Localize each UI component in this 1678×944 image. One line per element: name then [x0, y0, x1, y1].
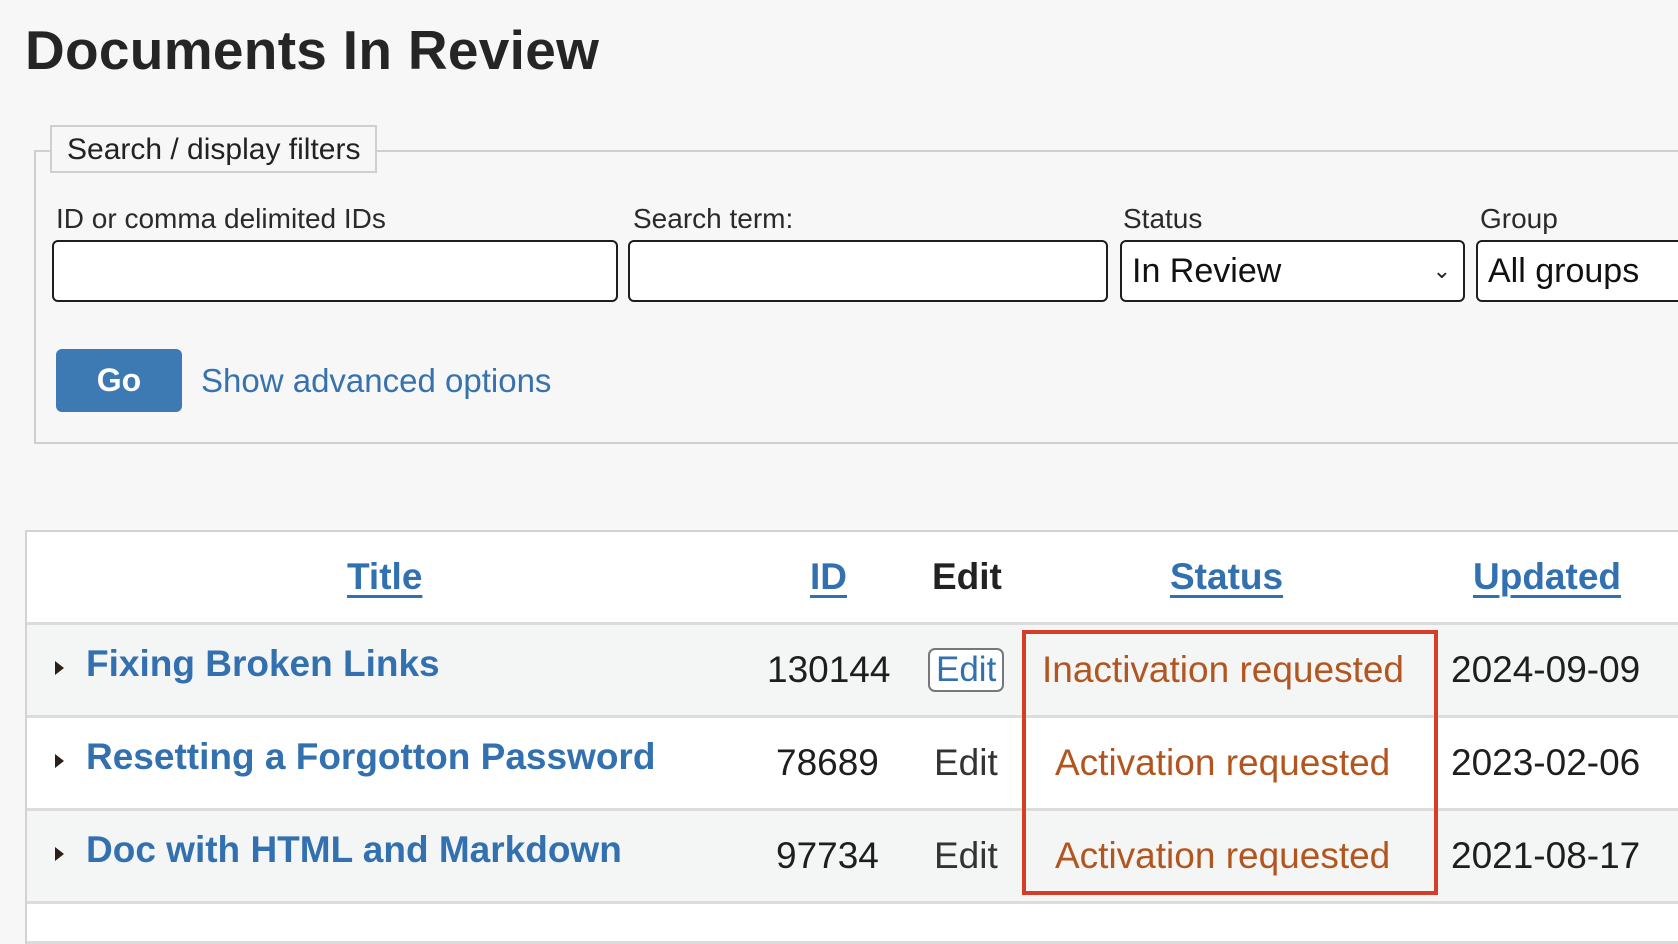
table-row: Fixing Broken Links 130144 Edit Inactiva…: [27, 625, 1678, 718]
search-term-input[interactable]: [628, 240, 1108, 302]
ids-input[interactable]: [52, 240, 618, 302]
edit-button[interactable]: Edit: [928, 648, 1005, 692]
group-label: Group: [1480, 203, 1558, 234]
table-row-partial: [27, 904, 1678, 944]
table-header-row: Title ID Edit Status Updated: [27, 532, 1678, 625]
ids-label: ID or comma delimited IDs: [56, 203, 386, 234]
edit-link[interactable]: Edit: [934, 811, 998, 901]
document-id: 130144: [767, 649, 891, 690]
updated-date: 2021-08-17: [1451, 835, 1641, 876]
status-value: Inactivation requested: [1042, 649, 1405, 690]
status-selected-value: In Review: [1132, 252, 1282, 290]
document-title-link[interactable]: Resetting a Forgotton Password: [86, 736, 655, 778]
updated-date: 2024-09-09: [1451, 649, 1641, 690]
table-row: Doc with HTML and Markdown 97734 Edit Ac…: [27, 811, 1678, 904]
column-header-title[interactable]: Title: [347, 556, 422, 598]
chevron-down-icon: ⌄: [1432, 258, 1451, 283]
edit-link[interactable]: Edit: [934, 718, 998, 808]
group-selected-value: All groups: [1488, 252, 1640, 290]
documents-table: Title ID Edit Status Updated Fixing Brok…: [25, 530, 1678, 944]
document-title-link[interactable]: Doc with HTML and Markdown: [86, 829, 622, 871]
document-id: 97734: [776, 835, 879, 876]
column-header-status[interactable]: Status: [1170, 556, 1283, 598]
document-id: 78689: [776, 742, 879, 783]
table-row: Resetting a Forgotton Password 78689 Edi…: [27, 718, 1678, 811]
column-header-edit: Edit: [932, 556, 1002, 597]
column-header-id[interactable]: ID: [810, 556, 847, 598]
updated-date: 2023-02-06: [1451, 742, 1641, 783]
status-value: Activation requested: [1055, 835, 1391, 876]
page-title: Documents In Review: [25, 19, 600, 81]
go-button[interactable]: Go: [56, 349, 182, 412]
expand-triangle-icon[interactable]: [55, 847, 64, 861]
status-label: Status: [1123, 203, 1203, 234]
expand-triangle-icon[interactable]: [55, 661, 64, 675]
document-title-link[interactable]: Fixing Broken Links: [86, 643, 440, 685]
show-advanced-options-link[interactable]: Show advanced options: [201, 362, 551, 400]
group-select[interactable]: All groups: [1476, 240, 1678, 302]
status-value: Activation requested: [1055, 742, 1391, 783]
search-term-label: Search term:: [633, 203, 794, 234]
filters-legend: Search / display filters: [50, 125, 378, 173]
column-header-updated[interactable]: Updated: [1473, 556, 1621, 598]
expand-triangle-icon[interactable]: [55, 754, 64, 768]
status-select[interactable]: In Review ⌄: [1120, 240, 1465, 302]
